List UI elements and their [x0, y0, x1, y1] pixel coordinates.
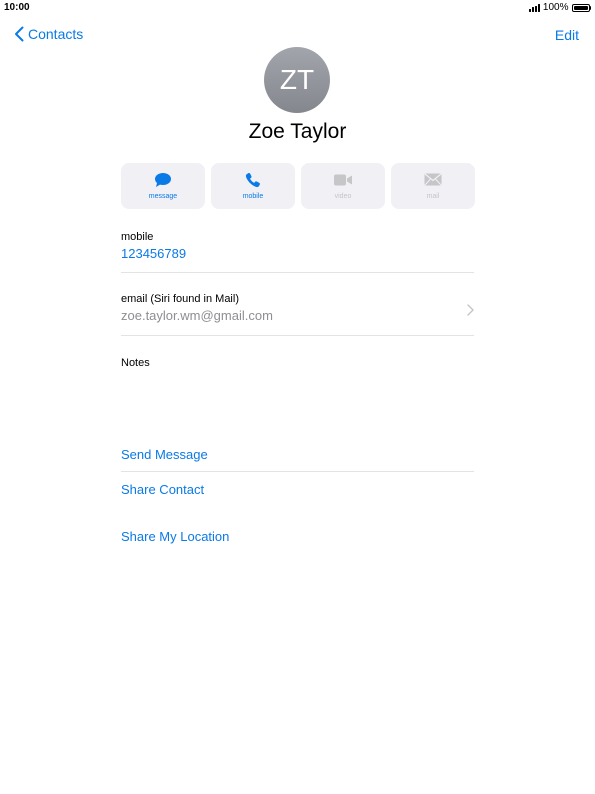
divider [121, 335, 474, 336]
email-field-label: email (Siri found in Mail) [121, 293, 239, 305]
battery-percentage: 100% [542, 2, 569, 13]
video-camera-icon [334, 174, 352, 186]
battery-icon [571, 3, 591, 12]
edit-button[interactable]: Edit [555, 27, 579, 43]
send-message-link[interactable]: Send Message [121, 447, 208, 462]
envelope-icon [424, 173, 442, 186]
mobile-button-label: mobile [242, 193, 264, 200]
mobile-call-button[interactable]: mobile [211, 163, 295, 209]
mobile-field[interactable]: mobile 123456789 [121, 231, 474, 261]
avatar: ZT [264, 47, 330, 113]
avatar-initials: ZT [279, 64, 315, 95]
back-button-label: Contacts [28, 26, 84, 42]
divider [121, 471, 474, 472]
chevron-left-icon [15, 26, 24, 42]
message-button-label: message [148, 193, 178, 200]
chevron-right-icon [467, 304, 474, 316]
message-bubble-icon [155, 173, 171, 187]
action-buttons: message mobile video mail [121, 163, 475, 209]
status-indicators: 100% [528, 2, 591, 13]
notes-label: Notes [121, 357, 150, 369]
share-location-link[interactable]: Share My Location [121, 529, 229, 544]
contact-name: Zoe Taylor [248, 120, 347, 143]
share-contact-link[interactable]: Share Contact [121, 482, 204, 497]
email-address[interactable]: zoe.taylor.wm@gmail.com [121, 308, 474, 323]
message-button[interactable]: message [121, 163, 205, 209]
mail-button[interactable]: mail [391, 163, 475, 209]
mail-button-label: mail [426, 193, 440, 200]
video-call-button[interactable]: video [301, 163, 385, 209]
email-field[interactable]: email (Siri found in Mail) zoe.taylor.wm… [121, 293, 474, 329]
mobile-field-label: mobile [121, 231, 154, 243]
notes-field[interactable]: Notes [121, 357, 474, 417]
mobile-number[interactable]: 123456789 [121, 246, 474, 261]
cellular-signal-icon [528, 3, 540, 12]
status-bar: 10:00 100% [0, 0, 595, 16]
back-button[interactable]: Contacts [14, 26, 83, 42]
video-button-label: video [334, 193, 352, 200]
status-time: 10:00 [4, 2, 30, 13]
phone-icon [245, 173, 260, 188]
divider [121, 272, 474, 273]
